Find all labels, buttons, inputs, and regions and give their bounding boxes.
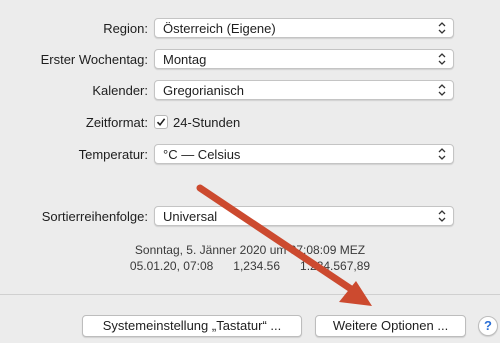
temperature-popup[interactable]: °C — Celsius bbox=[154, 144, 454, 164]
sort-order-label: Sortierreihenfolge: bbox=[41, 209, 148, 224]
chevron-updown-icon bbox=[438, 84, 446, 96]
region-popup[interactable]: Österreich (Eigene) bbox=[154, 18, 454, 38]
sort-order-value: Universal bbox=[163, 209, 218, 224]
temperature-label: Temperatur: bbox=[78, 147, 148, 162]
help-button[interactable]: ? bbox=[478, 316, 498, 336]
first-weekday-value: Montag bbox=[163, 52, 207, 67]
calendar-value: Gregorianisch bbox=[163, 83, 244, 98]
sample-number-line: 05.01.20, 07:08 1,234.56 1.234.567,89 bbox=[129, 259, 371, 273]
24-hour-checkbox[interactable] bbox=[154, 115, 168, 129]
checkmark-icon bbox=[156, 118, 166, 127]
chevron-updown-icon bbox=[438, 148, 446, 160]
region-value: Österreich (Eigene) bbox=[163, 21, 276, 36]
calendar-popup[interactable]: Gregorianisch bbox=[154, 80, 454, 100]
footer-divider bbox=[0, 294, 500, 295]
chevron-updown-icon bbox=[438, 210, 446, 222]
temperature-row: Temperatur: °C — Celsius bbox=[0, 143, 500, 167]
chevron-updown-icon bbox=[438, 53, 446, 65]
keyboard-preferences-button[interactable]: Systemeinstellung „Tastatur“ ... bbox=[82, 315, 302, 337]
calendar-label: Kalender: bbox=[92, 83, 148, 98]
sort-order-row: Sortierreihenfolge: Universal bbox=[0, 205, 500, 229]
first-weekday-label: Erster Wochentag: bbox=[40, 52, 148, 67]
time-format-label: Zeitformat: bbox=[85, 115, 148, 130]
first-weekday-popup[interactable]: Montag bbox=[154, 49, 454, 69]
calendar-row: Kalender: Gregorianisch bbox=[0, 79, 500, 103]
sample-date-line: Sonntag, 5. Jänner 2020 um 07:08:09 MEZ bbox=[134, 243, 366, 257]
sort-order-popup[interactable]: Universal bbox=[154, 206, 454, 226]
first-weekday-row: Erster Wochentag: Montag bbox=[0, 48, 500, 72]
chevron-updown-icon bbox=[438, 22, 446, 34]
temperature-value: °C — Celsius bbox=[163, 147, 241, 162]
region-label: Region: bbox=[103, 21, 148, 36]
24-hour-checkbox-label[interactable]: 24-Stunden bbox=[173, 115, 240, 130]
time-format-row: Zeitformat: 24-Stunden bbox=[0, 111, 500, 135]
region-row: Region: Österreich (Eigene) bbox=[0, 17, 500, 41]
more-options-button[interactable]: Weitere Optionen ... bbox=[315, 315, 466, 337]
